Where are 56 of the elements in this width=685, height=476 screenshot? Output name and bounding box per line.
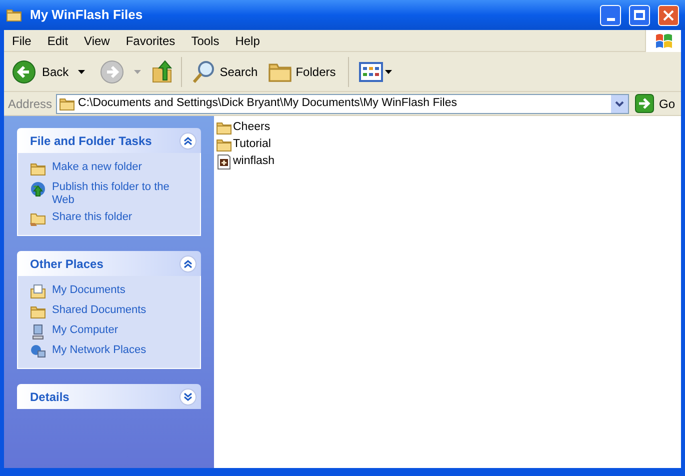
- go-button[interactable]: Go: [632, 94, 677, 113]
- menu-item[interactable]: Favorites: [118, 32, 184, 50]
- chevron-down-icon: [614, 100, 624, 106]
- maximize-button[interactable]: [629, 4, 650, 26]
- folder-icon: [30, 304, 46, 320]
- folder-icon: [216, 120, 232, 136]
- dropdown-arrow-icon: [384, 70, 392, 74]
- menu-item[interactable]: Edit: [39, 32, 76, 50]
- close-button[interactable]: [658, 4, 679, 26]
- window-title: My WinFlash Files: [30, 6, 144, 24]
- task-link[interactable]: Shared Documents: [52, 304, 146, 317]
- folder-icon: [30, 161, 46, 177]
- views-icon: [358, 62, 383, 82]
- dropdown-arrow-icon[interactable]: [78, 70, 85, 74]
- computer-icon: [30, 324, 46, 340]
- panel-title: File and Folder Tasks: [30, 132, 153, 150]
- search-button[interactable]: Search: [190, 56, 260, 88]
- address-field[interactable]: C:\Documents and Settings\Dick Bryant\My Documents\My WinFlash Files: [56, 94, 629, 114]
- network-icon: [30, 344, 46, 360]
- minimize-button[interactable]: [600, 4, 621, 26]
- search-icon: [192, 60, 216, 84]
- collapse-icon[interactable]: [179, 132, 197, 150]
- folder-icon: [6, 7, 22, 23]
- windows-flag-icon: [654, 32, 672, 48]
- panel-title: Details: [30, 388, 70, 406]
- folder-icon: [216, 136, 232, 152]
- panel-header[interactable]: Other Places: [17, 251, 201, 276]
- collapse-icon[interactable]: [179, 254, 197, 272]
- address-label: Address: [8, 96, 52, 112]
- close-icon: [663, 10, 674, 20]
- panel-title: Other Places: [30, 256, 104, 272]
- file-name[interactable]: Cheers: [233, 118, 270, 136]
- address-text: C:\Documents and Settings\Dick Bryant\My Documents\My WinFlash Files: [78, 96, 458, 111]
- task-link[interactable]: Share this folder: [52, 211, 132, 224]
- panel-header[interactable]: File and Folder Tasks: [17, 128, 201, 153]
- file-name[interactable]: Tutorial: [233, 136, 271, 154]
- task-link[interactable]: My Computer: [52, 324, 118, 337]
- menu-item[interactable]: View: [76, 32, 118, 50]
- up-folder-icon[interactable]: [150, 60, 173, 84]
- expand-icon[interactable]: [179, 388, 197, 406]
- folder-icon: [59, 96, 76, 112]
- menu-item[interactable]: Tools: [183, 32, 228, 50]
- task-link[interactable]: Publish this folder to the Web: [52, 181, 188, 207]
- panel-header[interactable]: Details: [17, 384, 201, 409]
- menu-item[interactable]: Help: [227, 32, 268, 50]
- task-link[interactable]: My Documents: [52, 284, 126, 297]
- task-link[interactable]: My Network Places: [52, 344, 146, 357]
- back-button[interactable]: Back: [10, 56, 71, 88]
- menu-item[interactable]: File: [4, 32, 40, 50]
- address-dropdown-button[interactable]: [610, 94, 628, 112]
- shared-folder-icon: [30, 211, 46, 227]
- folders-button[interactable]: Folders: [264, 56, 340, 88]
- file-name[interactable]: winflash: [233, 152, 275, 170]
- globe-icon: [30, 181, 46, 197]
- documents-folder-icon: [30, 284, 46, 300]
- task-link[interactable]: Make a new folder: [52, 161, 142, 174]
